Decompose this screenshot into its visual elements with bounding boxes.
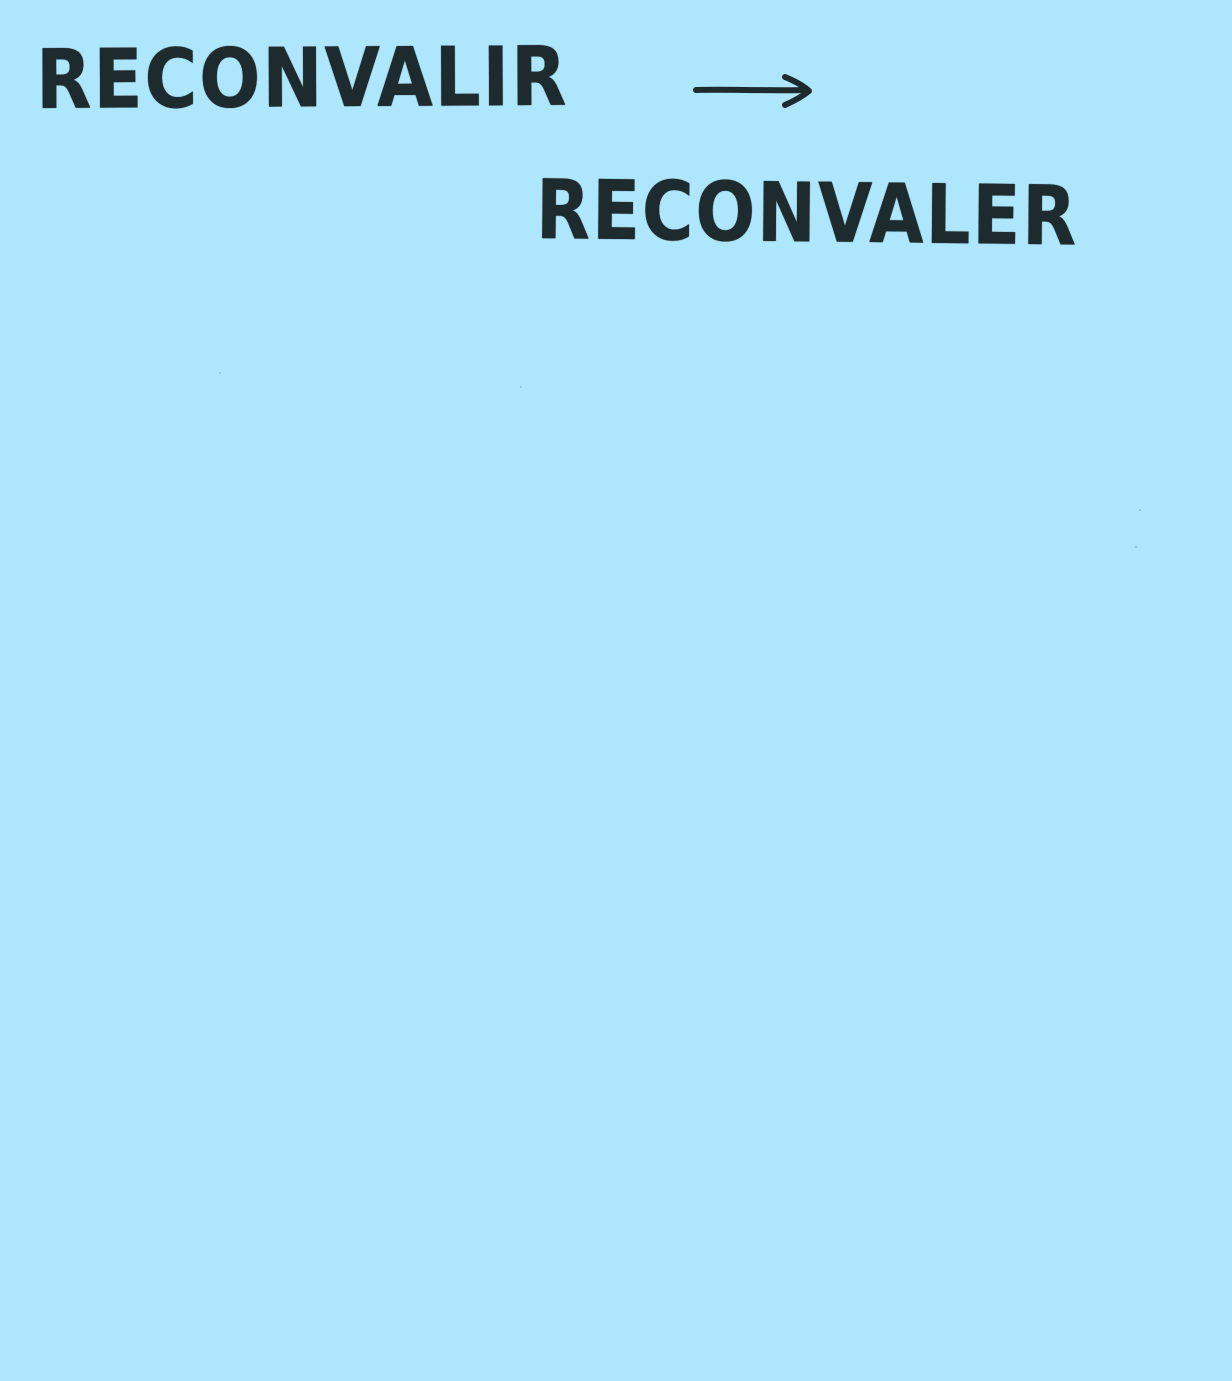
paper-speck bbox=[1135, 546, 1137, 548]
handwritten-word-corrected: RECONVALER bbox=[535, 163, 1079, 265]
paper-speck bbox=[1139, 509, 1141, 511]
paper-speck bbox=[520, 386, 522, 388]
paper-speck bbox=[219, 372, 221, 374]
right-arrow-icon bbox=[693, 74, 812, 108]
handwritten-word-original: RECONVALIR bbox=[35, 29, 569, 128]
sticky-note: RECONVALIR RECONVALER bbox=[0, 0, 1232, 1381]
